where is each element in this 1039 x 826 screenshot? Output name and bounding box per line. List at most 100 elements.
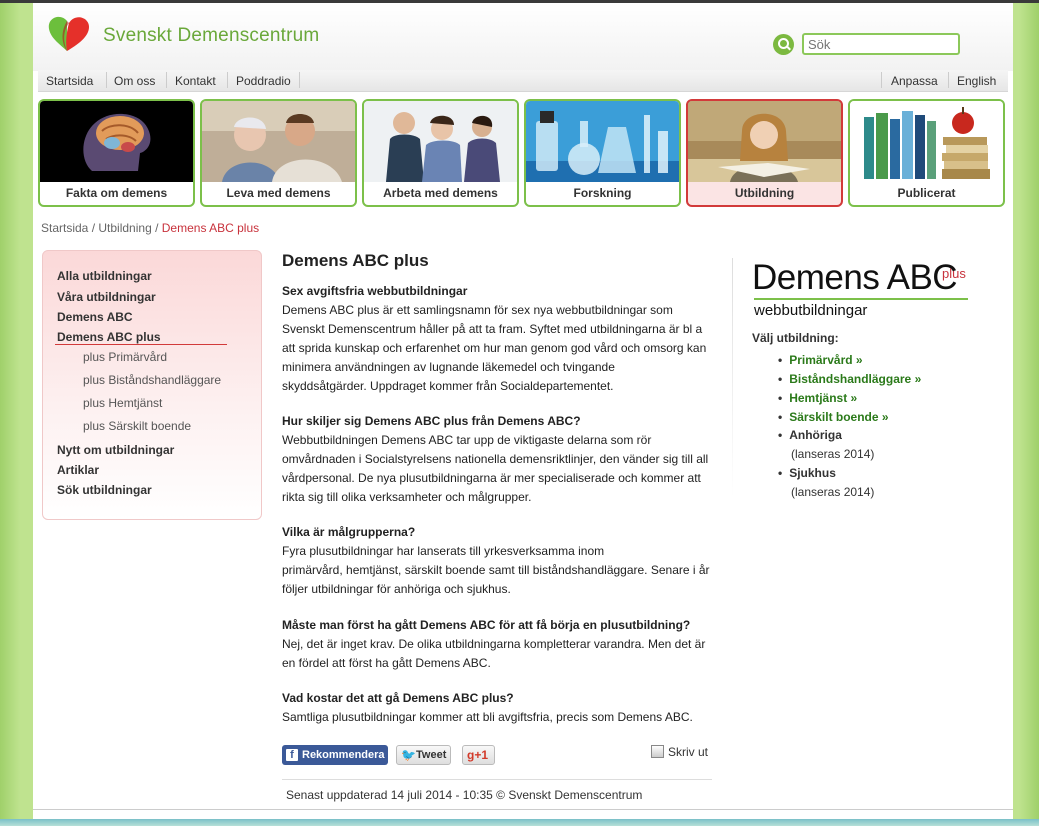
nav-item-anpassa[interactable]: Anpassa — [891, 74, 938, 88]
course-link-bistandshandlaggare[interactable]: • Biståndshandläggare » — [778, 372, 921, 386]
section-heading: Vad kostar det att gå Demens ABC plus? — [282, 691, 514, 705]
section-line: skyddsåtgärder. Uppdraget kommer från So… — [282, 379, 614, 393]
printer-icon — [651, 745, 664, 758]
print-label: Skriv ut — [668, 745, 709, 759]
section-heading: Vilka är målgrupperna? — [282, 525, 416, 539]
active-item-underline — [55, 344, 227, 345]
google-plus-label: g+1 — [467, 748, 489, 762]
print-button[interactable]: Skriv ut — [651, 745, 708, 759]
bullet-icon: • — [778, 353, 783, 367]
tile-label: Fakta om demens — [65, 186, 168, 200]
top-nav: Startsida Om oss Kontakt Poddradio Anpas… — [38, 70, 1008, 92]
course-link-sarskilt-boende[interactable]: • Särskilt boende » — [778, 410, 889, 424]
site-name[interactable]: Svenskt Demenscentrum — [103, 25, 319, 47]
sidebar-divider — [732, 258, 733, 498]
leftmenu-sub-primarvard[interactable]: plus Primärvård — [83, 350, 167, 364]
section-line: Nej, det är inget krav. De olika utbildn… — [282, 637, 706, 651]
section-line: en fördel att först ha gått Demens ABC. — [282, 656, 491, 670]
leftmenu-sub-bistandshandlaggare[interactable]: plus Biståndshandläggare — [83, 373, 221, 387]
nav-divider — [166, 72, 167, 88]
leftmenu-demens-abc[interactable]: Demens ABC — [57, 310, 133, 324]
nav-item-poddradio[interactable]: Poddradio — [236, 74, 291, 88]
caregiver-image-icon — [202, 101, 355, 182]
bullet-icon: • — [778, 428, 783, 442]
leftmenu-demens-abc-plus[interactable]: Demens ABC plus — [57, 330, 161, 344]
leftmenu-nytt-om-utbildningar[interactable]: Nytt om utbildningar — [57, 443, 174, 457]
bullet-icon: • — [778, 466, 783, 480]
nav-item-om-oss[interactable]: Om oss — [114, 74, 155, 88]
google-plus-button[interactable]: g+1 — [462, 745, 495, 765]
bullet-icon: • — [778, 372, 783, 386]
tile-label: Publicerat — [897, 186, 956, 200]
section-line: följer utbildningar för anhöriga och sju… — [282, 582, 511, 596]
section-line: att sprida kunskap och erfarenhet om hur… — [282, 341, 707, 355]
tile-label: Leva med demens — [226, 186, 331, 200]
facebook-icon: f — [286, 749, 298, 761]
facebook-label: Rekommendera — [302, 749, 385, 761]
tile-label: Forskning — [573, 186, 632, 200]
section-line: primärvård, hemtjänst, särskilt boende s… — [282, 563, 710, 577]
leftmenu-sok-utbildningar[interactable]: Sök utbildningar — [57, 483, 152, 497]
course-link-hemtjanst[interactable]: • Hemtjänst » — [778, 391, 857, 405]
section-heading: Måste man först ha gått Demens ABC för a… — [282, 618, 691, 632]
leftmenu-sub-sarskilt-boende[interactable]: plus Särskilt boende — [83, 419, 191, 433]
section-krav: Måste man först ha gått Demens ABC för a… — [282, 616, 712, 673]
section-skillnad: Hur skiljer sig Demens ABC plus från Dem… — [282, 412, 712, 507]
section-line: Svenskt Demenscentrum håller på att ta f… — [282, 322, 703, 336]
section-line: Fyra plusutbildningar har lanserats till… — [282, 544, 605, 558]
tile-publicerat[interactable]: Publicerat — [848, 99, 1005, 207]
tweet-button[interactable]: 🐦 Tweet — [396, 745, 451, 765]
course-label: Primärvård » — [789, 353, 863, 367]
breadcrumb-startsida[interactable]: Startsida — [41, 221, 88, 235]
section-line: omvårdnaden i Socialstyrelsens nationell… — [282, 452, 709, 466]
section-line: Webbutbildningen Demens ABC tar upp de v… — [282, 433, 652, 447]
tile-arbeta-med-demens[interactable]: Arbeta med demens — [362, 99, 519, 207]
breadcrumb-separator: / — [151, 221, 162, 235]
search-icon[interactable] — [773, 34, 794, 55]
section-heading: Hur skiljer sig Demens ABC plus från Dem… — [282, 414, 581, 428]
section-line: minimera användningen av lugnande läkeme… — [282, 360, 615, 374]
section-line: Demens ABC plus är ett samlingsnamn för … — [282, 303, 673, 317]
leftmenu-sub-hemtjanst[interactable]: plus Hemtjänst — [83, 396, 162, 410]
section-malgrupper: Vilka är målgrupperna? Fyra plusutbildni… — [282, 523, 712, 599]
tile-fakta-om-demens[interactable]: Fakta om demens — [38, 99, 195, 207]
leftmenu-artiklar[interactable]: Artiklar — [57, 463, 99, 477]
section-line: Samtliga plusutbildningar kommer att bli… — [282, 710, 693, 724]
logo-green-bar — [754, 298, 968, 300]
breadcrumb-current: Demens ABC plus — [161, 221, 260, 235]
nav-divider — [881, 72, 882, 88]
logo-plus-text: plus — [942, 266, 966, 281]
nav-item-startsida[interactable]: Startsida — [46, 74, 93, 88]
course-label: Särskilt boende » — [789, 410, 889, 424]
leftmenu-vara-utbildningar[interactable]: Våra utbildningar — [57, 290, 156, 304]
course-item-anhoriga: • Anhöriga — [778, 428, 842, 442]
search-input[interactable] — [802, 33, 960, 55]
bullet-icon: • — [778, 391, 783, 405]
tweet-label: Tweet — [416, 749, 447, 761]
nav-divider — [948, 72, 949, 88]
demens-abc-plus-logo: Demens ABC plus webbutbildningar — [752, 258, 972, 320]
twitter-bird-icon: 🐦 — [401, 748, 416, 762]
breadcrumb: Startsida / Utbildning / Demens ABC plus — [41, 221, 259, 235]
facebook-recommend-button[interactable]: f Rekommendera — [282, 745, 388, 765]
nav-divider — [106, 72, 107, 88]
course-link-primarvard[interactable]: • Primärvård » — [778, 353, 863, 367]
nav-item-english[interactable]: English — [957, 74, 996, 88]
breadcrumb-separator: / — [88, 221, 99, 235]
breadcrumb-utbildning[interactable]: Utbildning — [98, 221, 151, 235]
nurses-image-icon — [364, 101, 517, 182]
heart-logo-icon[interactable] — [47, 15, 91, 53]
tile-leva-med-demens[interactable]: Leva med demens — [200, 99, 357, 207]
nav-item-kontakt[interactable]: Kontakt — [175, 74, 216, 88]
leftmenu-alla-utbildningar[interactable]: Alla utbildningar — [57, 269, 152, 283]
tile-utbildning[interactable]: Utbildning — [686, 99, 843, 207]
nav-divider — [227, 72, 228, 88]
lab-glassware-image-icon — [526, 101, 679, 182]
brain-image-icon — [40, 101, 193, 182]
window-bottom-bar — [0, 819, 1039, 826]
course-label: Sjukhus — [789, 466, 836, 480]
course-note-anhoriga: (lanseras 2014) — [791, 447, 875, 461]
section-kostnad: Vad kostar det att gå Demens ABC plus? S… — [282, 689, 712, 727]
tile-forskning[interactable]: Forskning — [524, 99, 681, 207]
section-line: vårdpersonal. De nya plusutbildningarna … — [282, 471, 701, 485]
